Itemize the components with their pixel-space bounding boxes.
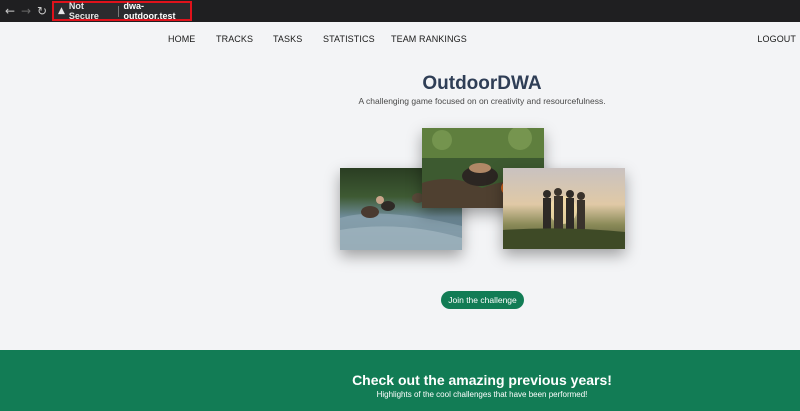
highlights-section: Check out the amazing previous years! Hi… bbox=[0, 350, 800, 411]
nav-home-link[interactable]: HOME bbox=[168, 34, 195, 44]
highlights-subtitle: Highlights of the cool challenges that h… bbox=[376, 390, 588, 399]
reload-icon[interactable]: ↻ bbox=[35, 3, 49, 19]
url-divider bbox=[117, 5, 119, 17]
address-bar[interactable]: ▲ Not Secure dwa-outdoor.test bbox=[52, 1, 192, 21]
logout-link[interactable]: LOGOUT bbox=[757, 34, 796, 44]
site-navigation: HOME TRACKS TASKS STATISTICS TEAM RANKIN… bbox=[0, 22, 800, 58]
highlights-title: Check out the amazing previous years! bbox=[352, 372, 612, 388]
back-arrow-icon[interactable]: ← bbox=[3, 3, 17, 19]
browser-toolbar: ← → ↻ ▲ Not Secure dwa-outdoor.test bbox=[0, 0, 800, 22]
photo-group-sunset bbox=[503, 168, 625, 249]
url-text[interactable]: dwa-outdoor.test bbox=[123, 1, 190, 21]
warning-icon: ▲ bbox=[58, 6, 65, 16]
nav-tasks-link[interactable]: TASKS bbox=[273, 34, 302, 44]
security-label: Not Secure bbox=[68, 1, 99, 21]
page-subtitle: A challenging game focused on on creativ… bbox=[358, 96, 606, 106]
join-challenge-button[interactable]: Join the challenge bbox=[441, 291, 524, 309]
forward-arrow-icon[interactable]: → bbox=[19, 3, 33, 19]
nav-statistics-link[interactable]: STATISTICS bbox=[323, 34, 375, 44]
nav-team-rankings-link[interactable]: TEAM RANKINGS bbox=[391, 34, 467, 44]
page-title: OutdoorDWA bbox=[422, 73, 542, 94]
nav-tracks-link[interactable]: TRACKS bbox=[216, 34, 253, 44]
